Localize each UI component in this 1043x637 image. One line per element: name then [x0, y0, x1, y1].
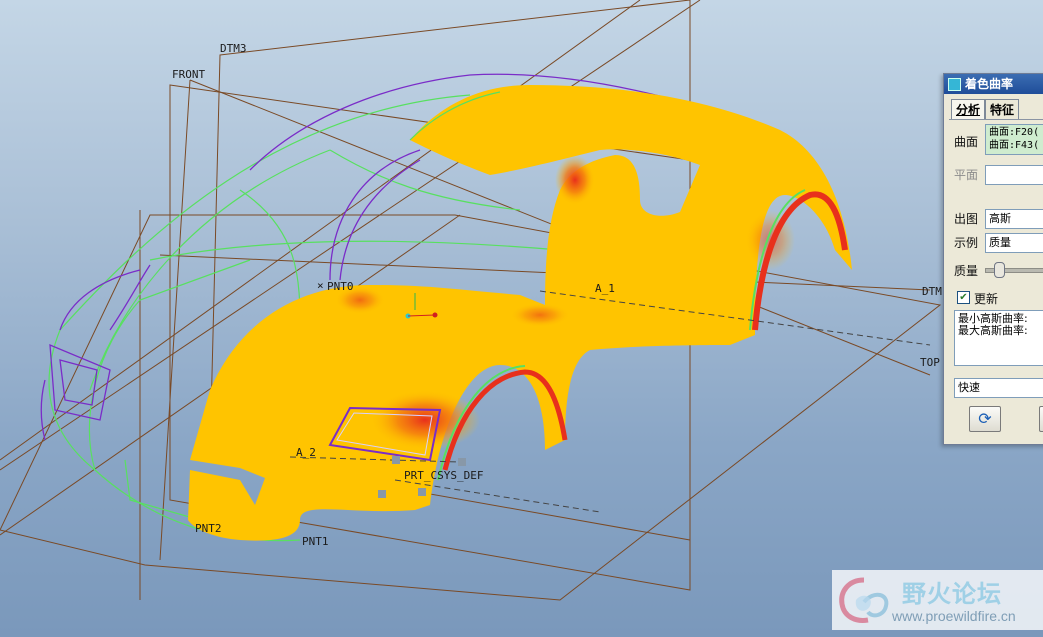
- coordinate-system-label[interactable]: PRT_CSYS_DEF: [404, 469, 483, 482]
- output-label: 出图: [954, 212, 979, 226]
- plane-collector[interactable]: [985, 165, 1043, 185]
- dialog-title-bar[interactable]: 着色曲率: [944, 74, 1043, 94]
- wildfire-logo-icon: [839, 577, 889, 623]
- mode-dropdown[interactable]: 快速 ▼: [954, 378, 1043, 398]
- dialog-tabs: 分析 特征: [951, 99, 1020, 119]
- sample-value: 质量: [989, 236, 1011, 249]
- datum-axis-a2[interactable]: A_2: [296, 446, 316, 459]
- tab-analysis[interactable]: 分析: [951, 99, 986, 119]
- datum-label-top[interactable]: TOP: [920, 356, 940, 369]
- datum-point-pnt0[interactable]: PNT0: [327, 280, 354, 293]
- quality-slider-thumb[interactable]: [994, 262, 1006, 278]
- forum-watermark: 野火论坛 www.proewildfire.cn: [832, 570, 1043, 630]
- datum-label-dtm[interactable]: DTM: [922, 285, 942, 298]
- tab-feature[interactable]: 特征: [985, 99, 1020, 119]
- surface-item[interactable]: 曲面:F43(: [989, 139, 1043, 152]
- mode-value: 快速: [958, 381, 980, 394]
- datum-axis-a1[interactable]: A_1: [595, 282, 615, 295]
- sample-dropdown[interactable]: 质量: [985, 233, 1043, 253]
- surface-label: 曲面: [954, 135, 979, 149]
- compute-button[interactable]: ⟳: [969, 406, 1001, 432]
- refresh-icon: ⟳: [978, 409, 992, 428]
- graphics-viewport[interactable]: × DTM3 FRONT DTM TOP PNT0 PNT1 PNT2 A_1 …: [0, 0, 1043, 637]
- quality-label: 质量: [954, 264, 979, 278]
- update-label: 更新: [974, 292, 999, 306]
- svg-text:×: ×: [317, 279, 324, 292]
- update-checkbox[interactable]: ✔: [957, 291, 970, 304]
- output-dropdown[interactable]: 高斯: [985, 209, 1043, 229]
- dialog-title: 着色曲率: [965, 77, 1014, 91]
- close-button[interactable]: [1039, 406, 1043, 432]
- plane-label: 平面: [954, 168, 979, 182]
- sample-label: 示例: [954, 236, 979, 250]
- datum-point-pnt1[interactable]: PNT1: [302, 535, 329, 548]
- output-value: 高斯: [989, 212, 1011, 225]
- datum-label-front[interactable]: FRONT: [172, 68, 205, 81]
- datum-label-dtm3[interactable]: DTM3: [220, 42, 247, 55]
- surface-item[interactable]: 曲面:F20(: [989, 126, 1043, 139]
- shaded-curvature-dialog: 着色曲率 分析 特征 曲面 曲面:F20( 曲面:F43( 平面 出图 高斯 示…: [943, 73, 1043, 445]
- datum-point-pnt2[interactable]: PNT2: [195, 522, 222, 535]
- surface-collector[interactable]: 曲面:F20( 曲面:F43(: [985, 124, 1043, 155]
- analysis-panel: 曲面 曲面:F20( 曲面:F43( 平面 出图 高斯 示例 质量 质量 ✔ 更…: [949, 119, 1043, 435]
- dialog-app-icon: [948, 77, 961, 91]
- watermark-title: 野火论坛: [902, 580, 1002, 608]
- watermark-url: www.proewildfire.cn: [892, 608, 1016, 624]
- shaded-curvature-surface[interactable]: [188, 85, 852, 541]
- curvature-result: 最小高斯曲率: 最大高斯曲率:: [954, 310, 1043, 366]
